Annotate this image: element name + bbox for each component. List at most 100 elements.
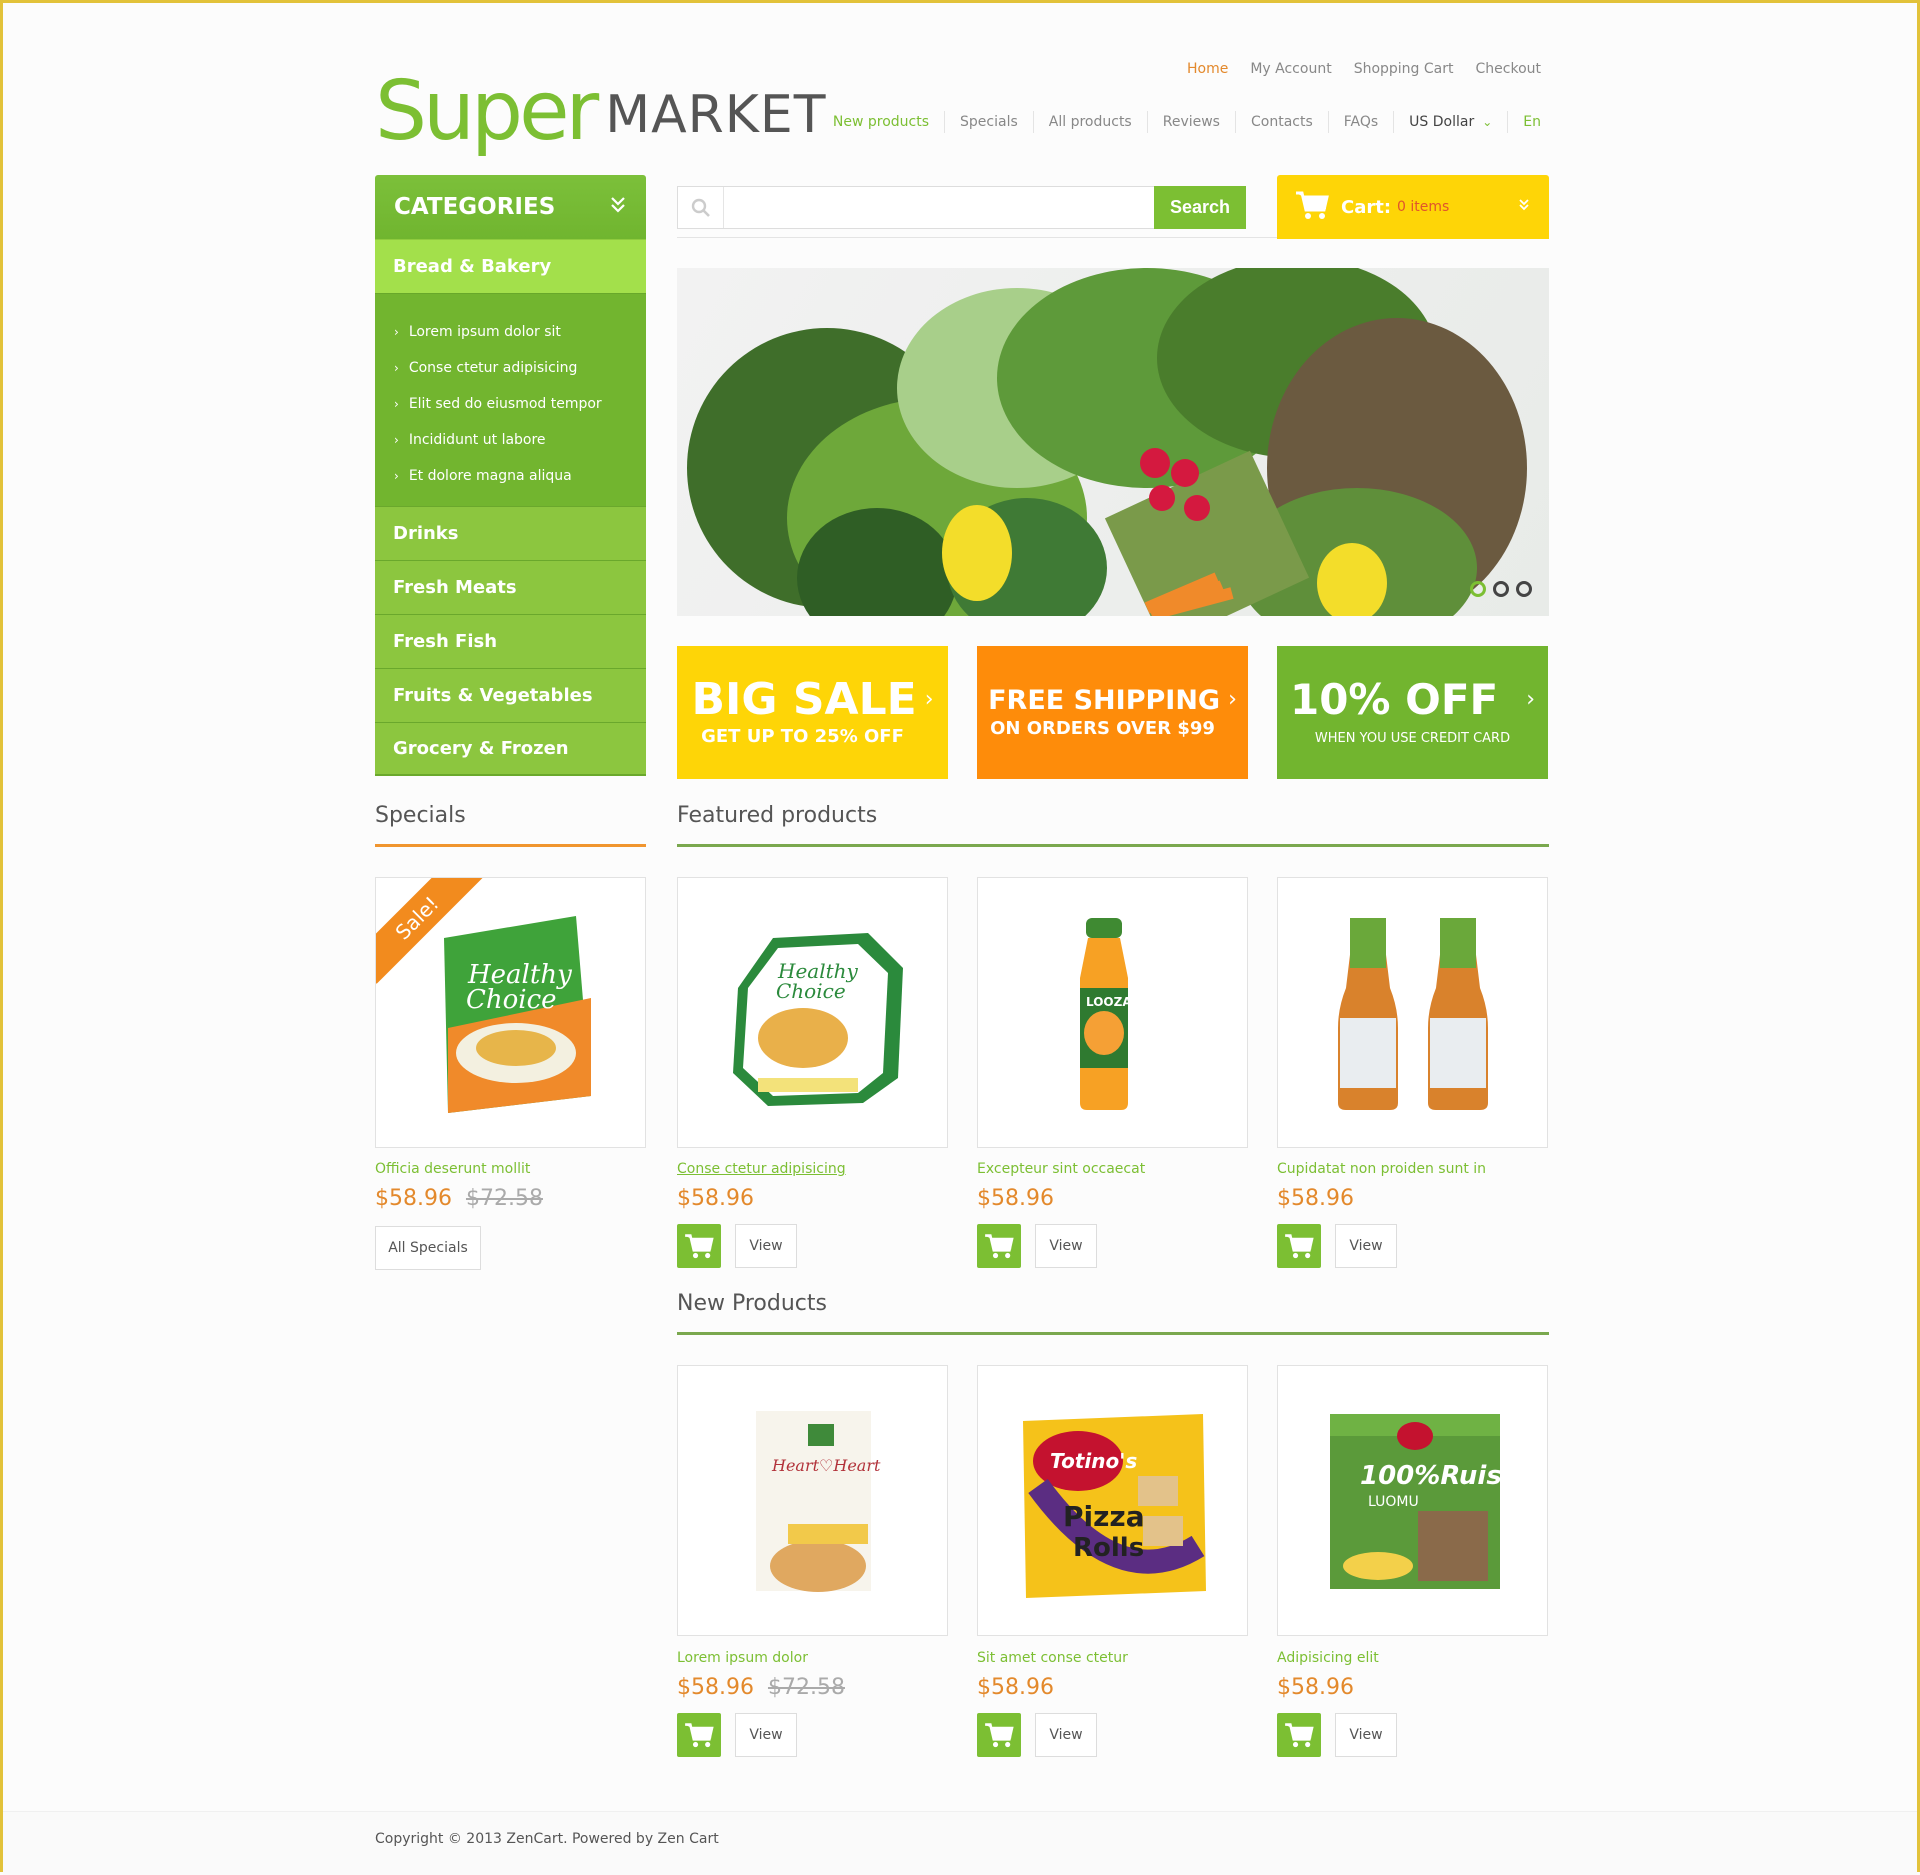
new-products-underline [677,1332,1549,1335]
subcategory-item[interactable]: › Elit sed do eiusmod tempor [375,386,646,422]
nav-faqs[interactable]: FAQs [1327,111,1393,133]
product-price: $58.96 [1277,1675,1354,1700]
banner-title: BIG SALE [691,674,917,725]
main-nav: New products Specials All products Revie… [818,111,1541,133]
top-link-checkout[interactable]: Checkout [1476,61,1542,77]
nav-specials[interactable]: Specials [944,111,1033,133]
add-to-cart-button[interactable] [977,1713,1021,1757]
banner-title: 10% OFF [1289,675,1499,724]
view-button[interactable]: View [1335,1224,1397,1268]
categories-header[interactable]: CATEGORIES [375,175,646,239]
product-image-card[interactable]: Sale! Healthy Choice [375,877,646,1148]
category-fresh-meats[interactable]: Fresh Meats [375,560,646,614]
logo-market: MARKET [605,85,827,145]
product-name[interactable]: Conse ctetur adipisicing [677,1161,846,1177]
view-button[interactable]: View [1335,1713,1397,1757]
svg-text:100%Ruis: 100%Ruis [1360,1461,1502,1491]
product-price: $58.96 [677,1186,754,1211]
svg-text:LUOMU: LUOMU [1368,1494,1419,1510]
product-image-card[interactable]: Totino's Pizza Rolls [977,1365,1248,1636]
currency-select[interactable]: US Dollar ⌄ [1393,111,1507,133]
slider-dot-2[interactable] [1493,581,1509,597]
nav-all-products[interactable]: All products [1032,111,1147,133]
cart-label: Cart: [1341,196,1392,218]
logo[interactable]: Super MARKET [375,53,827,153]
category-bread-bakery[interactable]: Bread & Bakery [375,239,646,293]
specials-underline [375,844,646,847]
product-image-card[interactable]: Heart♡Heart [677,1365,948,1636]
price-current: $58.96 [677,1675,754,1700]
add-to-cart-button[interactable] [677,1713,721,1757]
category-drinks[interactable]: Drinks [375,506,646,560]
subcategory-item[interactable]: › Et dolore magna aliqua [375,458,646,494]
view-button[interactable]: View [1035,1224,1097,1268]
cart-icon [685,1723,714,1748]
footer-copyright: Copyright © 2013 ZenCart. Powered by Zen… [375,1831,719,1847]
product-image-card[interactable]: 100%Ruis LUOMU [1277,1365,1548,1636]
chevron-down-icon: ⌄ [1482,115,1493,129]
hero-slider[interactable] [677,268,1549,616]
product-price: $58.96 [977,1675,1054,1700]
view-button[interactable]: View [1035,1713,1097,1757]
subcategory-label: Et dolore magna aliqua [408,468,572,484]
banner-10-off[interactable]: 10% OFF › WHEN YOU USE CREDIT CARD [1277,646,1548,779]
category-fruits-vegetables[interactable]: Fruits & Vegetables [375,668,646,722]
product-image-card[interactable] [1277,877,1548,1148]
featured-underline [677,844,1549,847]
search-button[interactable]: Search [1154,186,1246,229]
search-bar: Search [677,186,1246,229]
chevron-right-icon: › [394,433,399,447]
subcategory-item[interactable]: › Conse ctetur adipisicing [375,350,646,386]
product-name[interactable]: Sit amet conse ctetur [977,1650,1128,1666]
product-image: LOOZA [1080,918,1132,1110]
view-button[interactable]: View [735,1224,797,1268]
product-price: $58.96 $72.58 [677,1675,845,1700]
add-to-cart-button[interactable] [1277,1224,1321,1268]
nav-new-products[interactable]: New products [818,111,944,133]
category-fresh-fish[interactable]: Fresh Fish [375,614,646,668]
banner-title: FREE SHIPPING [988,684,1221,716]
product-name[interactable]: Excepteur sint occaecat [977,1161,1145,1177]
product-name[interactable]: Cupidatat non proiden sunt in [1277,1161,1486,1177]
banner-big-sale[interactable]: BIG SALE › GET UP TO 25% OFF [677,646,948,779]
top-link-shopping-cart[interactable]: Shopping Cart [1354,61,1454,77]
subcategory-label: Elit sed do eiusmod tempor [408,396,602,412]
product-name[interactable]: Lorem ipsum dolor [677,1650,808,1666]
view-button[interactable]: View [735,1713,797,1757]
language-select[interactable]: En [1507,111,1541,133]
category-grocery-frozen[interactable]: Grocery & Frozen [375,722,646,776]
categories-sidebar: CATEGORIES Bread & Bakery › Lorem ipsum d… [375,175,646,776]
featured-title: Featured products [677,803,878,828]
product-image-card[interactable]: LOOZA [977,877,1248,1148]
product-image: Heart♡Heart [756,1411,881,1592]
product-image-card[interactable]: Healthy Choice [677,877,948,1148]
nav-reviews[interactable]: Reviews [1146,111,1235,133]
price-current: $58.96 [375,1186,452,1211]
svg-text:Choice: Choice [776,979,846,1003]
subcategory-item[interactable]: › Lorem ipsum dolor sit [375,314,646,350]
slider-dot-1[interactable] [1470,581,1486,597]
subcategory-label: Lorem ipsum dolor sit [408,324,561,340]
all-specials-button[interactable]: All Specials [375,1226,481,1270]
add-to-cart-button[interactable] [1277,1713,1321,1757]
slider-dot-3[interactable] [1516,581,1532,597]
product-image: Totino's Pizza Rolls [1023,1414,1206,1598]
product-name[interactable]: Adipisicing elit [1277,1650,1379,1666]
price-old: $72.58 [767,1675,845,1700]
nav-contacts[interactable]: Contacts [1234,111,1328,133]
subcategory-list: › Lorem ipsum dolor sit › Conse ctetur adi… [375,293,646,506]
top-link-my-account[interactable]: My Account [1250,61,1331,77]
search-input[interactable] [724,187,1154,228]
add-to-cart-button[interactable] [977,1224,1021,1268]
product-price: $58.96 [1277,1186,1354,1211]
search-icon [678,187,724,228]
product-name[interactable]: Officia deserunt mollit [375,1161,530,1177]
chevron-right-icon: › [394,397,399,411]
cart-dropdown[interactable]: Cart: 0 items [1277,175,1549,239]
banner-free-shipping[interactable]: FREE SHIPPING › ON ORDERS OVER $99 [977,646,1248,779]
top-link-home[interactable]: Home [1187,61,1228,77]
product-image: 100%Ruis LUOMU [1330,1414,1502,1589]
add-to-cart-button[interactable] [677,1224,721,1268]
subcategory-item[interactable]: › Incididunt ut labore [375,422,646,458]
svg-text:Heart♡Heart: Heart♡Heart [771,1456,881,1475]
